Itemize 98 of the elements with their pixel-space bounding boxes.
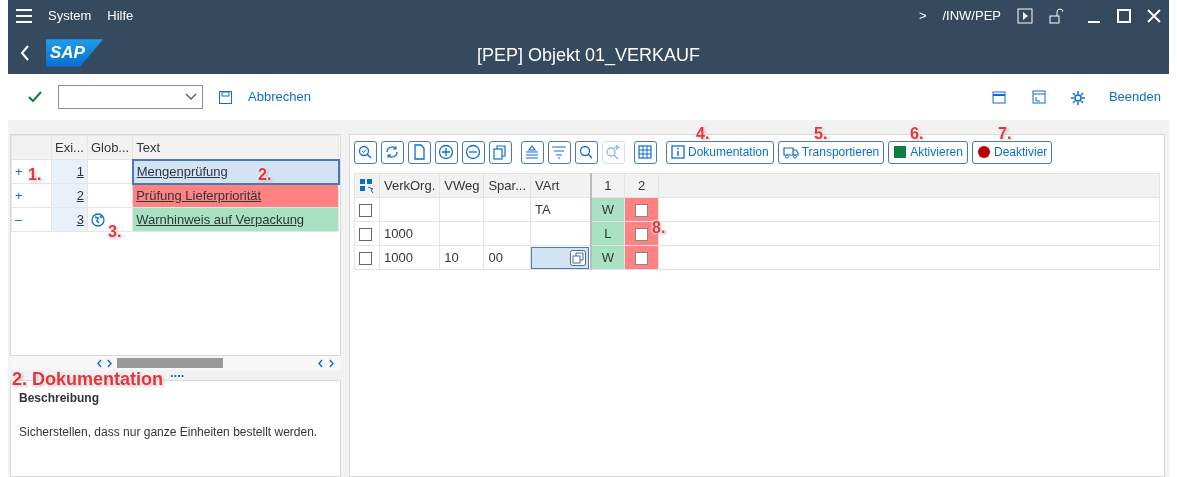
filter-icon xyxy=(550,144,567,160)
cancel-button[interactable]: Abbrechen xyxy=(248,87,311,107)
grid-cell-text: 1000 xyxy=(383,249,413,265)
text-link[interactable]: Prüfung Lieferpriorität xyxy=(136,188,262,203)
row-number-link[interactable]: 1 xyxy=(76,163,84,179)
column-header: 1 xyxy=(590,173,625,198)
toolbar-button[interactable] xyxy=(380,140,404,164)
maximize-icon[interactable] xyxy=(1117,9,1131,23)
status-cell: W xyxy=(590,245,625,270)
copy-icon xyxy=(491,144,508,160)
status-cell: L xyxy=(590,221,625,246)
description-text: Sicherstellen, dass nur ganze Einheiten bestellt werden. xyxy=(19,424,319,441)
sort-icon xyxy=(523,144,540,160)
search-plus-icon xyxy=(604,144,621,160)
scrollbar-thumb[interactable] xyxy=(117,358,223,368)
scroll-right-icon[interactable] xyxy=(106,358,113,368)
toolbar-button[interactable] xyxy=(353,140,377,164)
toolbar-button[interactable] xyxy=(434,140,458,164)
truck-icon xyxy=(782,145,799,159)
refresh-icon xyxy=(383,144,400,160)
toolbar-button[interactable] xyxy=(461,140,485,164)
column-header: Text xyxy=(132,135,339,160)
checkbox[interactable] xyxy=(358,227,372,241)
settings-icon[interactable] xyxy=(1069,89,1085,105)
grid-icon xyxy=(636,144,653,160)
menu-item[interactable]: Hilfe xyxy=(107,6,134,26)
scroll-right-icon[interactable] xyxy=(327,358,335,368)
expand-sign[interactable]: – xyxy=(15,211,23,227)
window-icon[interactable] xyxy=(991,89,1007,105)
search-icon xyxy=(577,144,594,160)
play-icon[interactable] xyxy=(1017,8,1033,24)
toolbar-button[interactable] xyxy=(633,140,657,164)
details-icon xyxy=(356,144,373,160)
toolbar-button[interactable]: Dokumentation xyxy=(665,140,774,164)
dropdown-caret-icon[interactable] xyxy=(185,93,197,101)
callout-label: 2. Dokumentation xyxy=(12,368,163,391)
unlock-icon[interactable] xyxy=(1049,8,1063,24)
column-header: Exi... xyxy=(51,135,88,160)
transaction-code: /INW/PEP xyxy=(942,7,1001,26)
toolbar-button[interactable]: Deaktivier xyxy=(971,140,1053,164)
scroll-left-icon[interactable] xyxy=(96,358,103,368)
grid-cell-text: 1000 xyxy=(383,225,413,241)
expand-sign[interactable]: + xyxy=(15,187,23,203)
checkbox[interactable] xyxy=(635,227,648,241)
checkbox[interactable] xyxy=(358,251,372,265)
back-icon[interactable] xyxy=(20,45,30,61)
layout-icon[interactable] xyxy=(358,178,375,195)
expand-sign[interactable]: + xyxy=(15,163,23,179)
row-number-link[interactable]: 2 xyxy=(76,187,84,203)
minus-icon xyxy=(464,144,481,160)
scroll-left-icon[interactable] xyxy=(316,358,324,368)
globe-icon xyxy=(90,213,105,228)
text-link[interactable]: Warnhinweis auf Verpackung xyxy=(136,211,305,227)
toolbar-button[interactable] xyxy=(488,140,512,164)
column-header: VerkOrg. xyxy=(379,173,440,198)
close-icon[interactable] xyxy=(1147,9,1161,23)
toolbar-button[interactable] xyxy=(547,140,571,164)
copy-icon[interactable] xyxy=(570,249,586,266)
save-icon[interactable] xyxy=(219,90,232,104)
section-heading: Beschreibung xyxy=(19,390,100,407)
checkbox[interactable] xyxy=(358,203,372,217)
sap-logo: SAP xyxy=(46,39,103,67)
info-icon xyxy=(670,145,685,159)
square-icon xyxy=(893,145,908,159)
command-field[interactable] xyxy=(58,85,203,109)
menu-icon[interactable] xyxy=(16,9,32,23)
check-icon[interactable] xyxy=(28,91,42,103)
status-cell: W xyxy=(590,197,625,222)
window-return-icon[interactable] xyxy=(1030,89,1046,105)
callout-label: 8. xyxy=(652,218,666,238)
column-header: Glob... xyxy=(87,135,133,160)
exit-button[interactable]: Beenden xyxy=(1108,87,1161,107)
callout-label: 2. xyxy=(258,165,272,185)
text-link[interactable]: Mengenprüfung xyxy=(136,163,228,179)
column-header: VWeg xyxy=(439,173,484,198)
menu-item[interactable]: System xyxy=(48,6,92,26)
checkbox[interactable] xyxy=(635,203,648,217)
grid-cell-text: 10 xyxy=(444,249,459,265)
window-title: [PEP] Objekt 01_VERKAUF xyxy=(476,44,701,68)
callout-label: 3. xyxy=(108,222,122,242)
toolbar-button[interactable] xyxy=(520,140,544,164)
dot-icon xyxy=(976,145,991,159)
plus-icon xyxy=(437,144,454,160)
callout-label: 1. xyxy=(28,165,42,185)
toolbar-button[interactable] xyxy=(407,140,431,164)
nav-sign[interactable]: > xyxy=(918,6,927,26)
grid-cell-text: 00 xyxy=(488,249,503,265)
toolbar-button[interactable]: Transportieren xyxy=(777,140,885,164)
grid-cell-text: TA xyxy=(535,201,551,217)
toolbar-button[interactable] xyxy=(574,140,598,164)
toolbar-button[interactable]: Aktivieren xyxy=(888,140,968,164)
column-header: Spar... xyxy=(483,173,531,198)
documentation-link[interactable]: .... xyxy=(170,370,185,380)
cell-input-field[interactable] xyxy=(531,246,589,269)
column-header: VArt xyxy=(530,173,591,198)
row-number-link[interactable]: 3 xyxy=(76,211,84,227)
checkbox[interactable] xyxy=(635,251,648,265)
column-header: 2 xyxy=(624,173,659,198)
